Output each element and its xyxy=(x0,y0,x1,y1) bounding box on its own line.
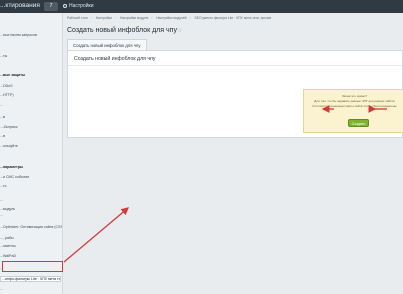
annotation-overlay xyxy=(63,105,387,263)
annotation-arrow xyxy=(63,207,129,263)
